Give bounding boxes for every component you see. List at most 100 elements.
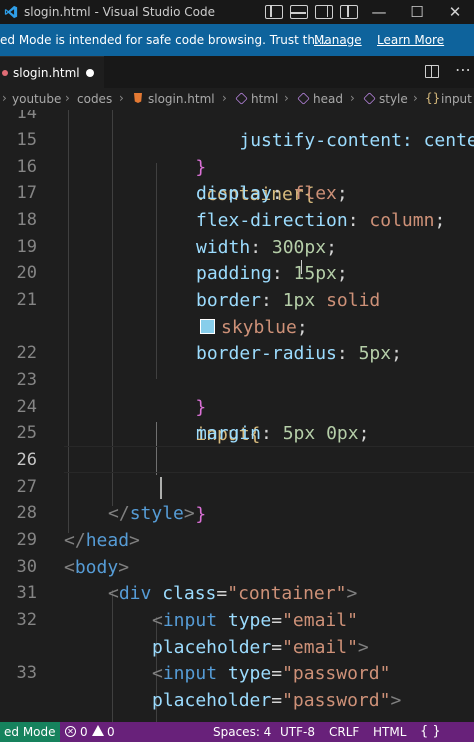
breadcrumb-youtube[interactable]: youtube	[12, 92, 61, 106]
code-line: margin: 5px 0px;	[196, 423, 370, 444]
code-line: </style>	[108, 503, 195, 524]
html5-icon	[134, 93, 142, 103]
code-token: }	[195, 504, 207, 525]
toggle-secondary-sidebar-icon[interactable]	[315, 5, 333, 19]
tab-slogin-html[interactable]: slogin.html	[0, 56, 104, 88]
color-swatch-icon[interactable]	[200, 319, 215, 334]
restricted-mode-message: ed Mode is intended for safe code browsi…	[0, 33, 327, 47]
line-number: 21	[16, 290, 37, 310]
split-editor-icon[interactable]	[425, 65, 439, 78]
html-attribute: type	[227, 663, 272, 684]
html-tag: style	[129, 503, 184, 524]
html-tag: div	[118, 583, 152, 604]
encoding-status[interactable]: UTF-8	[280, 725, 315, 739]
css-value: skyblue	[221, 317, 297, 338]
code-line: flex-direction: column;	[196, 210, 446, 231]
error-count[interactable]: 0	[80, 725, 88, 739]
css-property: display	[196, 183, 272, 204]
chevron-right-icon: ›	[2, 91, 7, 105]
eol-status[interactable]: CRLF	[329, 725, 359, 739]
html-attribute: type	[227, 610, 272, 631]
breadcrumb-html[interactable]: html	[251, 92, 278, 106]
warning-icon[interactable]	[92, 725, 104, 736]
css-property: padding	[196, 263, 272, 284]
tab-label: slogin.html	[13, 65, 80, 80]
css-property: margin	[196, 423, 262, 444]
current-line-highlight	[64, 446, 474, 473]
html-tag: body	[74, 557, 119, 578]
warning-count[interactable]: 0	[107, 725, 115, 739]
line-number: 27	[16, 477, 37, 497]
breadcrumb-style[interactable]: style	[379, 92, 408, 106]
css-value: 300px	[271, 237, 327, 258]
toggle-sidebar-icon[interactable]	[265, 5, 283, 19]
html-attribute-value: "container"	[227, 583, 347, 604]
breadcrumb-file[interactable]: slogin.html	[148, 92, 215, 106]
manage-link[interactable]: Manage	[314, 33, 362, 47]
status-bar: ed Mode ✕ 0 0 Spaces: 4 UTF-8 CRLF HTML …	[0, 722, 474, 742]
line-number: 24	[16, 397, 37, 417]
error-icon[interactable]: ✕	[65, 726, 76, 737]
close-button[interactable]: ✕	[436, 0, 474, 24]
code-line: }	[152, 127, 206, 178]
code-line: <body>	[64, 557, 130, 578]
toggle-panel-icon[interactable]	[290, 5, 308, 19]
symbol-class-icon: {}	[425, 91, 441, 105]
more-actions-icon[interactable]: ⋯	[455, 60, 471, 79]
breadcrumb: › youtube › codes › slogin.html › html ›…	[0, 88, 474, 110]
css-property: justify-content: center;	[239, 130, 474, 151]
line-number: 15	[16, 130, 37, 150]
code-line: width: 300px;	[196, 237, 337, 258]
html-tag: input	[162, 663, 218, 684]
line-number: 33	[16, 663, 37, 683]
line-number: 14	[16, 110, 37, 123]
breadcrumb-input[interactable]: input	[441, 92, 472, 106]
line-number: 29	[16, 530, 37, 550]
symbol-element-icon	[297, 92, 310, 105]
css-property: border-radius	[196, 343, 337, 364]
line-number: 18	[16, 210, 37, 230]
code-line: justify-content: center;	[196, 110, 474, 151]
chevron-right-icon: ›	[119, 91, 124, 105]
breadcrumb-codes[interactable]: codes	[77, 92, 112, 106]
customize-layout-icon[interactable]	[340, 5, 358, 19]
line-number: 25	[16, 423, 37, 443]
code-line: display: flex;	[196, 183, 348, 204]
code-line: <input type="password"	[152, 663, 391, 684]
notifications-icon[interactable]: { }	[420, 724, 441, 739]
css-value: solid	[326, 290, 381, 311]
html-attribute: placeholder	[152, 690, 272, 711]
code-line: .container{	[152, 154, 314, 205]
learn-more-link[interactable]: Learn More	[377, 33, 444, 47]
breadcrumb-head[interactable]: head	[313, 92, 343, 106]
unsaved-dot-icon[interactable]	[86, 69, 94, 77]
restricted-mode-indicator[interactable]: ed Mode	[0, 722, 60, 742]
code-line: border-radius: 5px;	[196, 343, 402, 364]
css-property: border	[196, 290, 262, 311]
indent-guide	[112, 590, 113, 722]
indentation-status[interactable]: Spaces: 4	[213, 725, 271, 739]
html-file-icon	[2, 69, 8, 76]
html-attribute-value: "password"	[282, 690, 391, 711]
chevron-right-icon: ›	[350, 91, 355, 105]
code-editor[interactable]: 14 15 16 17 18 19 20 21 22 23 24 25 26 2…	[0, 110, 474, 722]
code-line: padding: 15px;	[196, 263, 348, 284]
title-bar: slogin.html - Visual Studio Code — ☐ ✕	[0, 0, 474, 24]
css-value: column	[369, 210, 435, 231]
html-attribute-value: "email"	[282, 610, 358, 631]
language-mode-status[interactable]: HTML	[373, 725, 406, 739]
code-line-wrapped: skyblue;	[200, 314, 308, 341]
css-property: flex-direction	[196, 210, 348, 231]
restricted-mode-banner: ed Mode is intended for safe code browsi…	[0, 24, 474, 56]
symbol-element-icon	[235, 92, 248, 105]
css-value: 5px	[358, 343, 392, 364]
html-tag: head	[85, 530, 130, 551]
line-number-active: 26	[16, 450, 37, 470]
symbol-element-icon	[363, 92, 376, 105]
line-number: 19	[16, 237, 37, 257]
line-number: 28	[16, 503, 37, 523]
text-cursor	[160, 477, 162, 499]
css-value: 5px	[282, 423, 316, 444]
maximize-button[interactable]: ☐	[398, 0, 436, 24]
minimize-button[interactable]: —	[360, 0, 398, 24]
